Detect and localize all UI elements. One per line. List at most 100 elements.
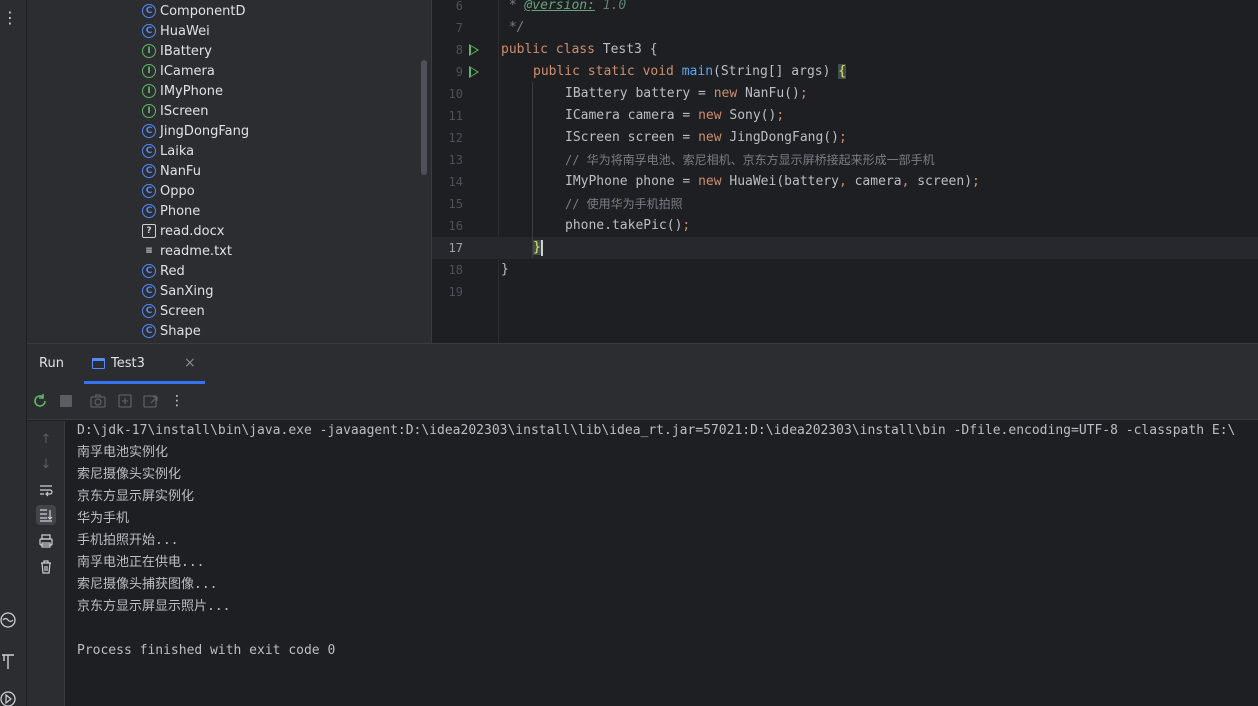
line-number: 7 (455, 21, 463, 35)
tree-item-readme-txt[interactable]: ≡ readme.txt (142, 241, 232, 261)
code-line[interactable] (501, 281, 1258, 303)
run-configuration-icon[interactable] (0, 689, 17, 706)
class-icon: C (142, 4, 156, 18)
print-icon[interactable] (36, 531, 56, 551)
tree-item-huawei[interactable]: C HuaWei (142, 21, 210, 41)
tree-item-componentd[interactable]: C ComponentD (142, 1, 245, 21)
gutter-line[interactable]: 18 (432, 259, 500, 281)
text-caret (540, 239, 543, 256)
run-main-icon[interactable] (469, 66, 479, 78)
line-number: 13 (448, 153, 463, 167)
gutter-line[interactable]: 16 (432, 215, 500, 237)
tree-item-red[interactable]: C Red (142, 261, 185, 281)
close-icon[interactable]: × (184, 355, 196, 371)
console-line: 华为手机 (77, 511, 130, 526)
rerun-icon[interactable] (31, 392, 49, 410)
class-icon: C (142, 164, 156, 178)
code-line[interactable]: // 使用华为手机拍照 (501, 193, 1258, 215)
line-number: 14 (448, 175, 463, 189)
tree-item-oppo[interactable]: C Oppo (142, 181, 195, 201)
restore-layout-icon[interactable] (116, 392, 134, 410)
interface-icon: I (142, 44, 156, 58)
code-line[interactable]: phone.takePic(); (501, 215, 1258, 237)
gutter-line[interactable]: 6 (432, 0, 500, 17)
tree-item-jingdongfang[interactable]: C JingDongFang (142, 121, 249, 141)
tab-label: Test3 (111, 356, 145, 371)
gutter-line[interactable]: 17 (432, 237, 500, 259)
line-number: 10 (448, 87, 463, 101)
more-tools-icon[interactable]: ⋮ (2, 8, 18, 27)
console-line: 南孚电池正在供电... (77, 555, 205, 570)
tree-item-laika[interactable]: C Laika (142, 141, 194, 161)
line-number: 19 (448, 285, 463, 299)
soft-wrap-icon[interactable] (36, 480, 56, 500)
gutter-line[interactable]: 11 (432, 105, 500, 127)
run-panel-title: Run (39, 356, 64, 371)
gutter-line[interactable]: 10 (432, 83, 500, 105)
console-line: 南孚电池实例化 (77, 445, 169, 460)
arrow-up-icon[interactable]: ↑ (36, 429, 56, 449)
tree-item-icamera[interactable]: I ICamera (142, 61, 215, 81)
text-file-icon: ≡ (145, 246, 153, 256)
code-line[interactable]: // 华为将南孚电池、索尼相机、京东方显示屏桥接起来形成一部手机 (501, 149, 1258, 171)
line-number: 15 (448, 197, 463, 211)
gutter-line[interactable]: 15 (432, 193, 500, 215)
class-icon: C (142, 184, 156, 198)
console-line: 索尼摄像头捕获图像... (77, 577, 218, 592)
tree-item-phone[interactable]: C Phone (142, 201, 200, 221)
terminal-icon[interactable] (0, 651, 17, 671)
console-icon (92, 358, 105, 369)
services-icon[interactable] (0, 610, 17, 630)
class-icon: C (142, 264, 156, 278)
console-line: 手机拍照开始... (77, 533, 179, 548)
code-line[interactable]: IScreen screen = new JingDongFang(); (501, 127, 1258, 149)
tree-item-sanxing[interactable]: C SanXing (142, 281, 213, 301)
code-line[interactable]: IMyPhone phone = new HuaWei(battery, cam… (501, 171, 1258, 193)
tree-item-read-docx[interactable]: ? read.docx (142, 221, 224, 241)
code-line-current[interactable]: } (501, 237, 1258, 259)
tree-item-imyphone[interactable]: I IMyPhone (142, 81, 223, 101)
run-header: Run Test3 × (27, 344, 1258, 384)
code-editor[interactable]: 6 7 8 9 10 11 12 13 14 15 16 17 18 19 * … (431, 0, 1258, 343)
line-number: 12 (448, 131, 463, 145)
line-number: 11 (448, 109, 463, 123)
code-line[interactable]: } (501, 259, 1258, 281)
tab-test3[interactable]: Test3 × (84, 344, 205, 384)
code-line[interactable]: public static void main(String[] args) { (501, 61, 1258, 83)
export-icon[interactable] (142, 392, 160, 410)
gutter-line[interactable]: 13 (432, 149, 500, 171)
console-output[interactable]: D:\jdk-17\install\bin\java.exe -javaagen… (77, 420, 1257, 706)
gutter-line[interactable]: 14 (432, 171, 500, 193)
tree-item-ibattery[interactable]: I IBattery (142, 41, 212, 61)
gutter-line[interactable]: 9 (432, 61, 500, 83)
console-line: Process finished with exit code 0 (77, 643, 336, 658)
gutter-line[interactable]: 19 (432, 281, 500, 303)
interface-icon: I (142, 84, 156, 98)
class-icon: C (142, 304, 156, 318)
gutter-line[interactable]: 12 (432, 127, 500, 149)
project-tree: C ComponentD C HuaWei I IBattery I ICamera I… (27, 0, 431, 343)
tree-item-nanfu[interactable]: C NanFu (142, 161, 201, 181)
line-number: 6 (455, 0, 463, 13)
code-line[interactable]: ICamera camera = new Sony(); (501, 105, 1258, 127)
stop-icon[interactable] (57, 392, 75, 410)
tree-item-shape[interactable]: C Shape (142, 321, 201, 341)
left-tool-stripe: ⋮ (0, 0, 27, 706)
line-number: 8 (455, 43, 463, 57)
camera-icon[interactable] (89, 392, 107, 410)
code-line[interactable]: */ (501, 17, 1258, 39)
code-line[interactable]: public class Test3 { (501, 39, 1258, 61)
gutter-line[interactable]: 8 (432, 39, 500, 61)
arrow-down-icon[interactable]: ↓ (36, 454, 56, 474)
tree-item-screen[interactable]: C Screen (142, 301, 205, 321)
more-options-icon[interactable]: ⋮ (168, 392, 186, 410)
scroll-to-end-icon[interactable] (36, 505, 56, 525)
code-line[interactable]: * @version: 1.0 (501, 0, 1258, 17)
run-class-icon[interactable] (469, 44, 479, 56)
code-line[interactable]: IBattery battery = new NanFu(); (501, 83, 1258, 105)
class-icon: C (142, 204, 156, 218)
gutter-line[interactable]: 7 (432, 17, 500, 39)
trash-icon[interactable] (36, 557, 56, 577)
tree-item-iscreen[interactable]: I IScreen (142, 101, 209, 121)
tree-scrollbar[interactable] (421, 60, 427, 175)
